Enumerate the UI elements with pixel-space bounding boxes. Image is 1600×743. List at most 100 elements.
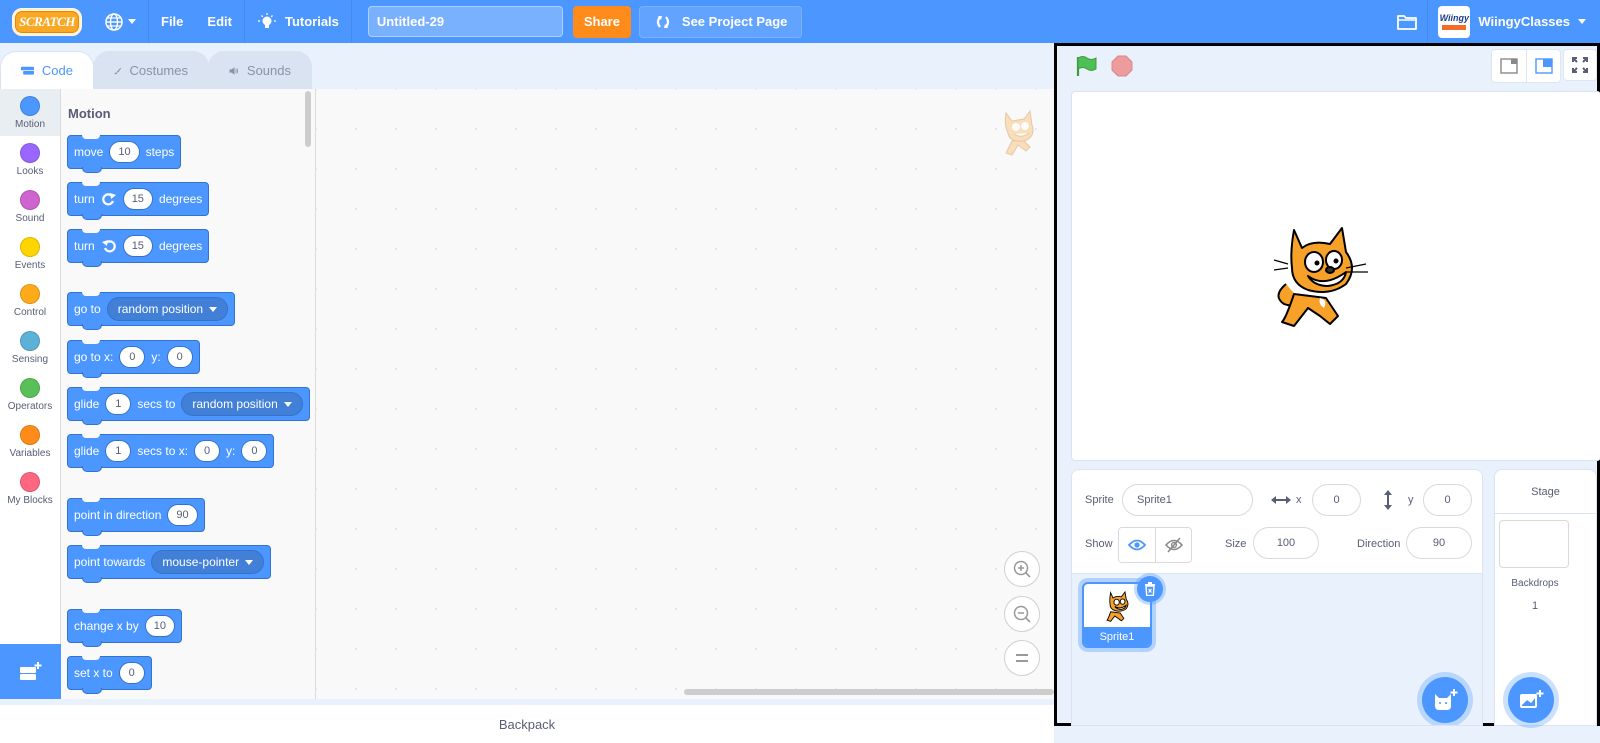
zoom-reset-button[interactable] [1004, 640, 1040, 676]
stop-button[interactable] [1111, 55, 1133, 80]
target-dropdown[interactable]: mouse-pointer [151, 550, 265, 574]
workspace-horizontal-scrollbar[interactable] [684, 689, 1054, 695]
block-point-towards[interactable]: point towards mouse-pointer [67, 545, 272, 583]
x-input[interactable]: 0 [194, 440, 221, 462]
sprite-watermark-icon [996, 107, 1042, 162]
block-turn-right[interactable]: turn 15 degrees [67, 182, 210, 220]
account-menu[interactable]: Wiingy WiingyClasses [1427, 0, 1600, 43]
category-sound[interactable]: Sound [0, 183, 60, 230]
globe-icon [105, 12, 123, 31]
block-move-steps[interactable]: move 10 steps [67, 135, 182, 173]
direction-input[interactable]: 90 [167, 504, 198, 526]
category-color-icon [20, 377, 40, 398]
size-input[interactable]: 100 [1253, 527, 1319, 559]
stage-header [1057, 46, 1597, 88]
sprite-tile-name: Sprite1 [1084, 627, 1150, 646]
category-operators[interactable]: Operators [0, 371, 60, 418]
y-input[interactable]: 0 [166, 346, 193, 368]
category-events[interactable]: Events [0, 230, 60, 277]
block-go-to-xy[interactable]: go to x: 0 y: 0 [67, 340, 200, 378]
direction-input[interactable]: 90 [1406, 527, 1472, 559]
fullscreen-button[interactable] [1563, 49, 1597, 81]
edit-menu[interactable]: Edit [195, 0, 245, 43]
target-dropdown[interactable]: random position [181, 392, 303, 416]
x-input[interactable]: 0 [119, 346, 146, 368]
y-position-input[interactable]: 0 [1423, 484, 1472, 516]
see-project-page-button[interactable]: See Project Page [638, 5, 803, 38]
scratch-cat-icon [1273, 227, 1368, 327]
category-my-blocks[interactable]: My Blocks [0, 465, 60, 512]
add-sprite-button[interactable] [1422, 677, 1468, 723]
degrees-input[interactable]: 15 [122, 235, 153, 257]
delete-sprite-button[interactable] [1137, 576, 1163, 602]
my-stuff-button[interactable] [1387, 13, 1427, 31]
remix-arrows-icon [656, 15, 670, 28]
x-change-input[interactable]: 10 [144, 615, 175, 637]
hide-sprite-button[interactable] [1155, 528, 1191, 562]
category-label: Events [14, 259, 46, 271]
x-label: x [1296, 494, 1302, 506]
scratch-logo[interactable]: SCRATCH [12, 7, 82, 36]
degrees-input[interactable]: 15 [122, 188, 153, 210]
see-project-label: See Project Page [681, 14, 788, 29]
target-dropdown[interactable]: random position [106, 297, 229, 321]
sprite-info: Sprite Sprite1 x 0 y 0 Show Size 100 Dir… [1072, 470, 1482, 574]
chevron-down-icon [209, 306, 218, 312]
palette-scrollbar[interactable] [305, 91, 311, 147]
language-menu[interactable] [92, 0, 149, 43]
show-sprite-button[interactable] [1119, 528, 1155, 562]
sprite-cat[interactable] [1272, 224, 1372, 335]
stage-pane-title: Stage [1495, 470, 1596, 514]
direction-label: Direction [1357, 538, 1401, 550]
tab-sounds[interactable]: Sounds [208, 51, 312, 89]
block-go-to[interactable]: go to random position [67, 292, 236, 330]
zoom-in-button[interactable] [1004, 551, 1040, 587]
stage-size-toggle [1491, 49, 1561, 83]
add-backdrop-button[interactable] [1508, 677, 1554, 723]
block-turn-left[interactable]: turn 15 degrees [67, 229, 210, 267]
category-variables[interactable]: Variables [0, 418, 60, 465]
category-color-icon [20, 424, 40, 445]
stage-target-pane[interactable]: Stage Backdrops 1 [1494, 469, 1597, 726]
block-palette: Motion move 10 steps turn 15 degrees tur… [61, 89, 316, 699]
block-change-x[interactable]: change x by 10 [67, 609, 182, 647]
block-glide-to[interactable]: glide 1 secs to random position [67, 387, 310, 425]
block-set-x[interactable]: set x to 0 [67, 656, 152, 694]
block-point-in-direction[interactable]: point in direction 90 [67, 498, 205, 536]
small-stage-button[interactable] [1492, 50, 1526, 82]
category-color-icon [20, 95, 40, 116]
add-extension-icon [19, 661, 41, 680]
secs-input[interactable]: 1 [105, 440, 132, 462]
tab-costumes[interactable]: Costumes [93, 51, 209, 89]
backpack-label: Backpack [498, 716, 556, 732]
tutorials-button[interactable]: Tutorials [245, 0, 352, 43]
backdrop-thumbnail[interactable] [1499, 520, 1569, 568]
paintbrush-icon [114, 67, 122, 74]
add-extension-button[interactable] [0, 644, 61, 699]
green-flag-button[interactable] [1075, 55, 1099, 80]
avatar: Wiingy [1438, 5, 1471, 38]
file-menu[interactable]: File [149, 0, 195, 43]
large-stage-button[interactable] [1526, 50, 1560, 82]
steps-input[interactable]: 10 [109, 141, 140, 163]
secs-input[interactable]: 1 [105, 393, 132, 415]
share-button[interactable]: Share [572, 5, 631, 38]
backdrops-count: 1 [1531, 600, 1539, 612]
y-input[interactable]: 0 [241, 440, 268, 462]
script-workspace[interactable] [316, 89, 1054, 699]
sprite-name-input[interactable]: Sprite1 [1122, 484, 1253, 516]
category-looks[interactable]: Looks [0, 136, 60, 183]
x-set-input[interactable]: 0 [118, 662, 145, 684]
category-motion[interactable]: Motion [0, 89, 60, 136]
backdrop-add-icon [1520, 690, 1544, 708]
backpack[interactable]: Backpack [0, 699, 1054, 743]
zoom-out-button[interactable] [1004, 596, 1040, 632]
project-title-input[interactable]: Untitled-29 [367, 6, 563, 37]
x-position-input[interactable]: 0 [1312, 484, 1361, 516]
block-glide-to-xy[interactable]: glide 1 secs to x: 0 y: 0 [67, 434, 275, 472]
show-label: Show [1085, 538, 1113, 550]
category-sensing[interactable]: Sensing [0, 324, 60, 371]
category-control[interactable]: Control [0, 277, 60, 324]
stage-canvas[interactable] [1071, 91, 1600, 461]
tab-code[interactable]: Code [0, 51, 94, 89]
